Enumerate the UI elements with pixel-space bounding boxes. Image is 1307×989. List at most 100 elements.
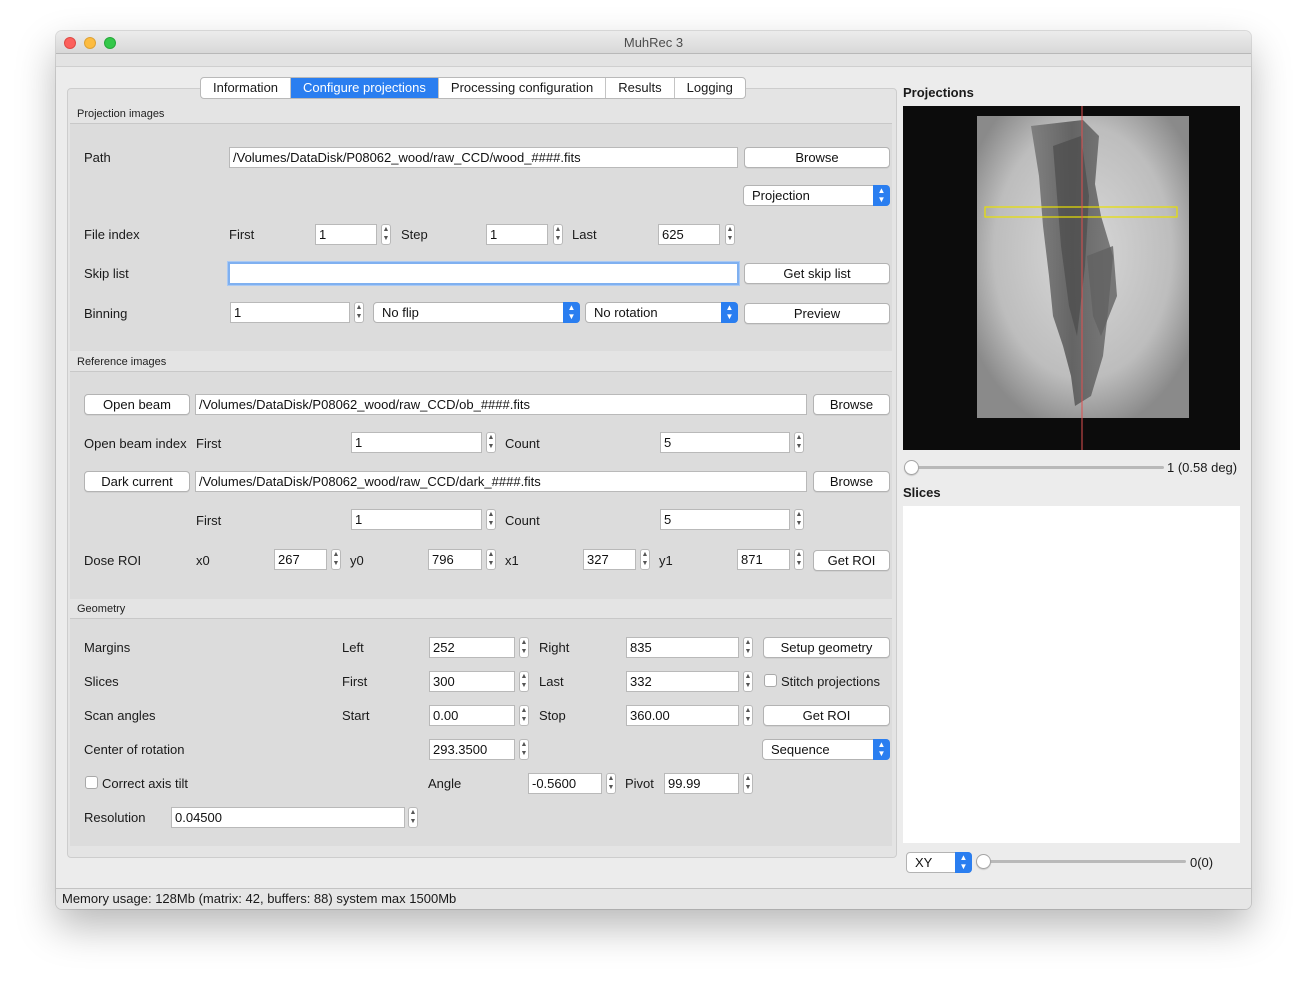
sequence-select[interactable]: Sequence ▲ ▼ bbox=[762, 739, 890, 760]
slices-first-stepper[interactable]: ▲ ▼ bbox=[519, 671, 529, 692]
tab-configure-projections[interactable]: Configure projections bbox=[291, 78, 439, 98]
first-label: First bbox=[229, 227, 255, 242]
dose-get-roi-button[interactable]: Get ROI bbox=[813, 550, 890, 571]
slices-first-field[interactable]: 300 bbox=[429, 671, 515, 692]
rotation-select[interactable]: No rotation ▲ ▼ bbox=[585, 302, 738, 323]
slices-last-stepper[interactable]: ▲ ▼ bbox=[743, 671, 753, 692]
status-bar: Memory usage: 128Mb (matrix: 42, buffers… bbox=[56, 888, 1251, 909]
open-beam-button[interactable]: Open beam bbox=[84, 394, 190, 415]
correct-axis-tilt-checkbox[interactable] bbox=[85, 776, 98, 789]
memory-usage-text: Memory usage: 128Mb (matrix: 42, buffers… bbox=[62, 891, 457, 906]
tab-information[interactable]: Information bbox=[201, 78, 292, 98]
resolution-field[interactable]: 0.04500 bbox=[171, 807, 405, 828]
x0-field[interactable]: 267 bbox=[274, 549, 327, 570]
tilt-angle-stepper[interactable]: ▲ ▼ bbox=[606, 773, 616, 794]
pivot-stepper[interactable]: ▲ ▼ bbox=[743, 773, 753, 794]
stop-label: Stop bbox=[539, 708, 566, 723]
projection-image[interactable] bbox=[903, 106, 1240, 450]
scan-start-field[interactable]: 0.00 bbox=[429, 705, 515, 726]
left-label: Left bbox=[342, 640, 364, 655]
binning-field[interactable]: 1 bbox=[230, 302, 350, 323]
slices-label: Slices bbox=[84, 674, 119, 689]
open-beam-path-field[interactable]: /Volumes/DataDisk/P08062_wood/raw_CCD/ob… bbox=[195, 394, 807, 415]
plane-select[interactable]: XY ▲ ▼ bbox=[906, 852, 972, 873]
tilt-angle-field[interactable]: -0.5600 bbox=[528, 773, 602, 794]
pivot-label: Pivot bbox=[625, 776, 654, 791]
plane-select-value: XY bbox=[915, 855, 933, 870]
last-index-stepper[interactable]: ▲ ▼ bbox=[725, 224, 735, 245]
slice-slider-handle[interactable] bbox=[976, 854, 991, 869]
tab-processing-configuration[interactable]: Processing configuration bbox=[439, 78, 607, 98]
stitch-projections-checkbox[interactable] bbox=[764, 674, 777, 687]
dc-count-stepper[interactable]: ▲ ▼ bbox=[794, 509, 804, 530]
ob-first-field[interactable]: 1 bbox=[351, 432, 482, 453]
step-index-stepper[interactable]: ▲ ▼ bbox=[553, 224, 563, 245]
margin-left-stepper[interactable]: ▲ ▼ bbox=[519, 637, 529, 658]
preview-button[interactable]: Preview bbox=[744, 303, 890, 324]
projection-path-field[interactable]: /Volumes/DataDisk/P08062_wood/raw_CCD/wo… bbox=[229, 147, 738, 168]
step-index-field[interactable]: 1 bbox=[486, 224, 548, 245]
pivot-field[interactable]: 99.99 bbox=[664, 773, 739, 794]
flip-select[interactable]: No flip ▲ ▼ bbox=[373, 302, 580, 323]
dc-first-stepper[interactable]: ▲ ▼ bbox=[486, 509, 496, 530]
get-skip-list-button[interactable]: Get skip list bbox=[744, 263, 890, 284]
dark-current-button[interactable]: Dark current bbox=[84, 471, 190, 492]
first-index-field[interactable]: 1 bbox=[315, 224, 377, 245]
rotation-select-value: No rotation bbox=[594, 305, 658, 320]
projection-type-select[interactable]: Projection ▲ ▼ bbox=[743, 185, 890, 206]
reference-images-title: Reference images bbox=[77, 356, 167, 368]
slices-view[interactable] bbox=[903, 506, 1240, 843]
dc-first-label: First bbox=[196, 513, 222, 528]
projection-browse-button[interactable]: Browse bbox=[744, 147, 890, 168]
window-title: MuhRec 3 bbox=[623, 35, 684, 50]
dose-roi-label: Dose ROI bbox=[84, 553, 142, 568]
margin-right-field[interactable]: 835 bbox=[626, 637, 739, 658]
geometry-get-roi-button[interactable]: Get ROI bbox=[763, 705, 890, 726]
scan-start-stepper[interactable]: ▲ ▼ bbox=[519, 705, 529, 726]
projection-slider-track[interactable] bbox=[911, 466, 1164, 469]
scan-angles-label: Scan angles bbox=[84, 708, 156, 723]
ob-first-stepper[interactable]: ▲ ▼ bbox=[486, 432, 496, 453]
right-label: Right bbox=[539, 640, 570, 655]
projection-images-title: Projection images bbox=[77, 108, 165, 120]
x1-stepper[interactable]: ▲ ▼ bbox=[640, 549, 650, 570]
margin-left-field[interactable]: 252 bbox=[429, 637, 515, 658]
dark-current-browse-button[interactable]: Browse bbox=[813, 471, 890, 492]
skip-list-field[interactable] bbox=[228, 262, 739, 285]
last-index-field[interactable]: 625 bbox=[658, 224, 720, 245]
scan-stop-stepper[interactable]: ▲ ▼ bbox=[743, 705, 753, 726]
center-of-rotation-stepper[interactable]: ▲ ▼ bbox=[519, 739, 529, 760]
y1-stepper[interactable]: ▲ ▼ bbox=[794, 549, 804, 570]
margin-right-stepper[interactable]: ▲ ▼ bbox=[743, 637, 753, 658]
slices-last-field[interactable]: 332 bbox=[626, 671, 739, 692]
y0-label: y0 bbox=[350, 553, 364, 568]
center-of-rotation-field[interactable]: 293.3500 bbox=[429, 739, 515, 760]
ob-count-stepper[interactable]: ▲ ▼ bbox=[794, 432, 804, 453]
center-of-rotation-label: Center of rotation bbox=[84, 742, 185, 757]
chevron-updown-icon: ▲ ▼ bbox=[955, 852, 972, 873]
y1-field[interactable]: 871 bbox=[737, 549, 790, 570]
x0-stepper[interactable]: ▲ ▼ bbox=[331, 549, 341, 570]
y0-stepper[interactable]: ▲ ▼ bbox=[486, 549, 496, 570]
x1-field[interactable]: 327 bbox=[583, 549, 636, 570]
dc-count-label: Count bbox=[505, 513, 540, 528]
projection-slider-handle[interactable] bbox=[904, 460, 919, 475]
tab-logging[interactable]: Logging bbox=[675, 78, 745, 98]
tab-results[interactable]: Results bbox=[606, 78, 675, 98]
dc-first-field[interactable]: 1 bbox=[351, 509, 482, 530]
stitch-projections-label: Stitch projections bbox=[781, 674, 880, 689]
slice-slider-track[interactable] bbox=[989, 860, 1186, 863]
resolution-stepper[interactable]: ▲ ▼ bbox=[408, 807, 418, 828]
file-index-label: File index bbox=[84, 227, 140, 242]
first-index-stepper[interactable]: ▲ ▼ bbox=[381, 224, 391, 245]
dark-current-path-field[interactable]: /Volumes/DataDisk/P08062_wood/raw_CCD/da… bbox=[195, 471, 807, 492]
y0-field[interactable]: 796 bbox=[428, 549, 482, 570]
setup-geometry-button[interactable]: Setup geometry bbox=[763, 637, 890, 658]
margins-label: Margins bbox=[84, 640, 131, 655]
ob-first-label: First bbox=[196, 436, 222, 451]
binning-stepper[interactable]: ▲ ▼ bbox=[354, 302, 364, 323]
ob-count-field[interactable]: 5 bbox=[660, 432, 790, 453]
dc-count-field[interactable]: 5 bbox=[660, 509, 790, 530]
open-beam-browse-button[interactable]: Browse bbox=[813, 394, 890, 415]
scan-stop-field[interactable]: 360.00 bbox=[626, 705, 739, 726]
